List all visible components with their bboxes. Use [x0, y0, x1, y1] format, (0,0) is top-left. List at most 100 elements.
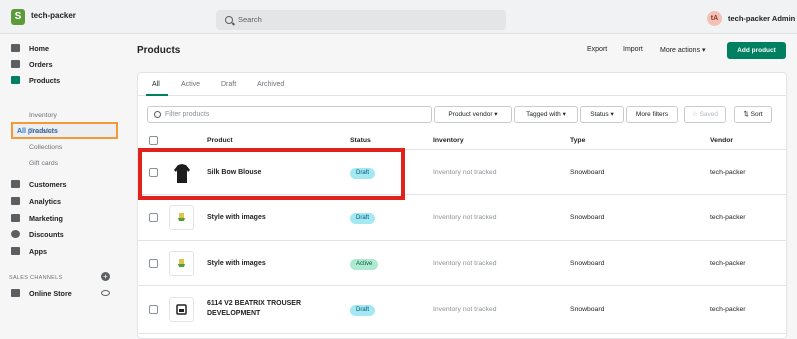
products-card: All Active Draft Archived Filter product… — [137, 72, 787, 339]
column-product[interactable]: Product — [207, 137, 233, 144]
table-row[interactable]: Style with images Active Inventory not t… — [138, 241, 786, 286]
tab-all[interactable]: All — [152, 81, 160, 88]
sidebar-sub-all-products[interactable]: All products — [11, 122, 118, 139]
row-checkbox[interactable] — [149, 168, 158, 177]
inventory-cell: Inventory not tracked — [433, 306, 497, 313]
table-row[interactable]: Silk Bow Blouse Draft Inventory not trac… — [138, 150, 786, 195]
select-all-checkbox[interactable] — [149, 136, 158, 145]
product-vendor-filter[interactable]: Product vendor ▾ — [434, 106, 512, 123]
product-name-line2[interactable]: DEVELOPMENT — [207, 310, 260, 317]
main-content: Products Export Import More actions ▾ Ad… — [122, 34, 797, 339]
sidebar-item-label: Customers — [29, 179, 67, 189]
sidebar-item-apps[interactable]: Apps — [0, 244, 122, 258]
sidebar-item-label: Apps — [29, 246, 47, 256]
add-product-button[interactable]: Add product — [727, 42, 786, 59]
filter-input[interactable]: Filter products — [147, 106, 432, 123]
account-name[interactable]: tech-packer Admin — [728, 14, 795, 23]
sidebar-item-label: Online Store — [29, 288, 72, 298]
sidebar-item-label: Orders — [29, 59, 53, 69]
sidebar-item-orders[interactable]: Orders — [0, 57, 122, 71]
inventory-cell: Inventory not tracked — [433, 260, 497, 267]
sidebar-sub-inventory[interactable]: Inventory — [29, 112, 57, 119]
search-input[interactable]: Search — [216, 10, 506, 30]
vendor-cell: tech-packer — [710, 169, 746, 176]
table-row[interactable]: 6114 V2 BEATRIX TROUSER DEVELOPMENT Draf… — [138, 286, 786, 334]
product-thumbnail — [169, 251, 194, 276]
sales-channels-heading: SALES CHANNELS — [9, 275, 63, 281]
table-row[interactable]: Style with images Draft Inventory not tr… — [138, 195, 786, 241]
type-cell: Snowboard — [570, 214, 605, 221]
sidebar-item-label: Products — [29, 75, 61, 85]
sidebar-sub-gift-cards[interactable]: Gift cards — [29, 160, 58, 167]
tagged-with-filter[interactable]: Tagged with ▾ — [514, 106, 578, 123]
tab-archived[interactable]: Archived — [257, 81, 284, 88]
row-checkbox[interactable] — [149, 305, 158, 314]
sidebar-item-home[interactable]: Home — [0, 41, 122, 55]
sidebar-sub-collections[interactable]: Collections — [29, 144, 62, 151]
row-checkbox[interactable] — [149, 259, 158, 268]
active-tab-indicator — [146, 94, 168, 96]
sidebar-item-products[interactable]: Products — [0, 73, 122, 87]
tab-draft[interactable]: Draft — [221, 81, 236, 88]
store-icon — [11, 289, 20, 297]
row-checkbox[interactable] — [149, 213, 158, 222]
sidebar-item-label: Discounts — [29, 229, 64, 239]
product-thumbnail — [169, 160, 194, 185]
product-name[interactable]: Silk Bow Blouse — [207, 169, 261, 176]
column-status[interactable]: Status — [350, 137, 371, 144]
type-cell: Snowboard — [570, 306, 605, 313]
vendor-cell: tech-packer — [710, 214, 746, 221]
sort-button[interactable]: ⇅ Sort — [734, 106, 772, 123]
placeholder-image-icon — [178, 259, 185, 267]
product-name[interactable]: 6114 V2 BEATRIX TROUSER — [207, 300, 301, 307]
sidebar-sub-transfers[interactable]: Transfers — [29, 128, 57, 135]
orders-icon — [11, 60, 20, 68]
sidebar-item-analytics[interactable]: Analytics — [0, 194, 122, 208]
marketing-icon — [11, 214, 20, 222]
product-thumbnail — [169, 205, 194, 230]
inventory-cell: Inventory not tracked — [433, 214, 497, 221]
export-button[interactable]: Export — [587, 46, 607, 53]
column-inventory[interactable]: Inventory — [433, 137, 464, 144]
sidebar-item-online-store[interactable]: Online Store — [0, 286, 96, 300]
blouse-icon — [174, 164, 190, 183]
vendor-cell: tech-packer — [710, 260, 746, 267]
add-channel-icon[interactable]: + — [101, 272, 110, 281]
avatar[interactable]: tA — [707, 11, 722, 26]
sidebar-item-label: Marketing — [29, 213, 63, 223]
search-placeholder: Search — [238, 15, 262, 24]
analytics-icon — [11, 197, 20, 205]
eye-icon[interactable] — [101, 290, 110, 296]
sidebar-item-discounts[interactable]: Discounts — [0, 227, 122, 241]
status-badge: Draft — [350, 305, 376, 316]
home-icon — [11, 44, 20, 52]
tab-bar: All Active Draft Archived — [138, 73, 786, 96]
product-thumbnail — [169, 297, 194, 322]
column-vendor[interactable]: Vendor — [710, 137, 733, 144]
search-icon — [225, 16, 233, 24]
more-actions-button[interactable]: More actions ▾ — [660, 46, 706, 54]
sidebar-item-customers[interactable]: Customers — [0, 177, 122, 191]
status-badge: Draft — [350, 213, 376, 224]
column-type[interactable]: Type — [570, 137, 585, 144]
shopify-admin: S tech-packer Search tA tech-packer Admi… — [0, 0, 797, 339]
vendor-cell: tech-packer — [710, 306, 746, 313]
more-filters-button[interactable]: More filters — [626, 106, 678, 123]
image-icon — [176, 304, 187, 315]
sidebar: Home Orders Products All products Invent… — [0, 34, 122, 339]
product-name[interactable]: Style with images — [207, 214, 266, 221]
sidebar-item-marketing[interactable]: Marketing — [0, 211, 122, 225]
tab-active[interactable]: Active — [181, 81, 200, 88]
shopify-logo-icon[interactable]: S — [11, 9, 25, 25]
store-name[interactable]: tech-packer — [31, 11, 76, 20]
product-name[interactable]: Style with images — [207, 260, 266, 267]
status-badge: Draft — [350, 168, 376, 179]
saved-button[interactable]: ☆ Saved — [684, 106, 726, 123]
tag-icon — [11, 76, 20, 84]
import-button[interactable]: Import — [623, 46, 643, 53]
status-badge: Active — [350, 259, 379, 270]
status-filter[interactable]: Status ▾ — [580, 106, 624, 123]
customers-icon — [11, 180, 20, 188]
discounts-icon — [11, 230, 20, 238]
placeholder-image-icon — [178, 213, 185, 221]
